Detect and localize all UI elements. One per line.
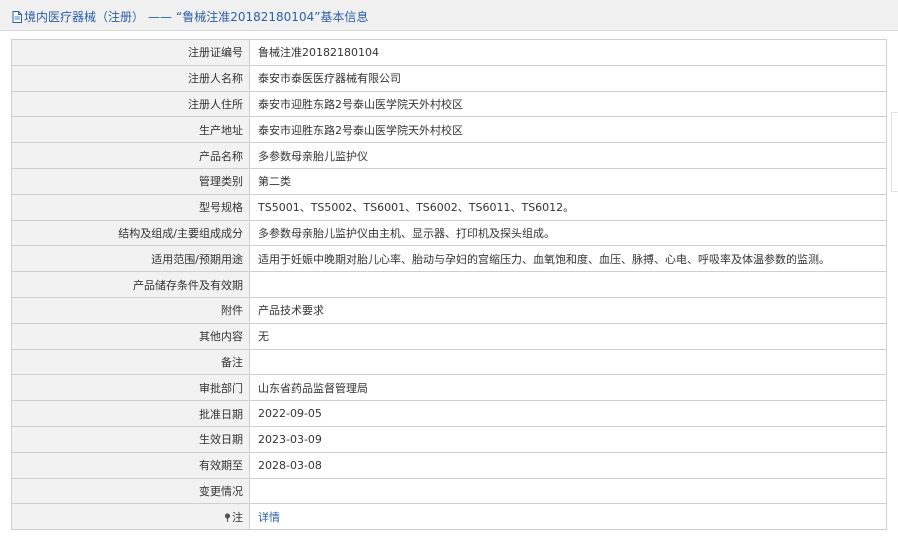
table-row: 注册人住所 泰安市迎胜东路2号泰山医学院天外村校区 bbox=[11, 90, 887, 118]
page-header: 境内医疗器械（注册） —— “鲁械注准20182180104”基本信息 bbox=[0, 0, 898, 31]
row-label: 变更情况 bbox=[11, 477, 250, 505]
row-label: 注册人名称 bbox=[11, 64, 250, 92]
row-label: 型号规格 bbox=[11, 193, 250, 221]
pin-icon bbox=[224, 513, 231, 522]
row-value: TS5001、TS5002、TS6001、TS6002、TS6011、TS601… bbox=[249, 193, 887, 221]
header-section: 境内医疗器械（注册） bbox=[24, 10, 145, 24]
row-label: 附件 bbox=[11, 296, 250, 324]
row-value: 鲁械注准20182180104 bbox=[249, 39, 887, 66]
row-value: 泰安市迎胜东路2号泰山医学院天外村校区 bbox=[249, 116, 887, 144]
table-row: 批准日期 2022-09-05 bbox=[11, 400, 887, 427]
table-row: 注册人名称 泰安市泰医医疗器械有限公司 bbox=[11, 64, 887, 92]
row-label: 产品名称 bbox=[11, 142, 250, 169]
scrollbar-fragment[interactable] bbox=[891, 112, 898, 192]
table-row: 附件 产品技术要求 bbox=[11, 296, 887, 324]
row-value: 2022-09-05 bbox=[249, 400, 887, 427]
row-label: 生产地址 bbox=[11, 116, 250, 144]
row-label: 备注 bbox=[11, 348, 250, 376]
table-row: 产品名称 多参数母亲胎儿监护仪 bbox=[11, 142, 887, 169]
row-label: 其他内容 bbox=[11, 322, 250, 350]
row-value: 适用于妊娠中晚期对胎儿心率、胎动与孕妇的宫缩压力、血氧饱和度、血压、脉搏、心电、… bbox=[249, 245, 887, 273]
row-value: 产品技术要求 bbox=[249, 296, 887, 324]
table-row: 产品储存条件及有效期 bbox=[11, 271, 887, 298]
details-link[interactable]: 详情 bbox=[258, 511, 280, 524]
note-row: 注 详情 bbox=[11, 503, 887, 531]
row-label: 管理类别 bbox=[11, 167, 250, 195]
detail-table-wrapper: 注册证编号 鲁械注准20182180104 注册人名称 泰安市泰医医疗器械有限公… bbox=[11, 39, 887, 531]
table-row: 结构及组成/主要组成成分 多参数母亲胎儿监护仪由主机、显示器、打印机及探头组成。 bbox=[11, 219, 887, 247]
detail-table: 注册证编号 鲁械注准20182180104 注册人名称 泰安市泰医医疗器械有限公… bbox=[11, 39, 887, 531]
note-label-cell: 注 bbox=[11, 503, 250, 531]
row-value: 泰安市泰医医疗器械有限公司 bbox=[249, 64, 887, 92]
table-row: 管理类别 第二类 bbox=[11, 167, 887, 195]
table-row: 注册证编号 鲁械注准20182180104 bbox=[11, 39, 887, 66]
table-row: 型号规格 TS5001、TS5002、TS6001、TS6002、TS6011、… bbox=[11, 193, 887, 221]
row-value: 2023-03-09 bbox=[249, 425, 887, 453]
table-row: 有效期至 2028-03-08 bbox=[11, 451, 887, 479]
row-label: 适用范围/预期用途 bbox=[11, 245, 250, 273]
row-value: 多参数母亲胎儿监护仪 bbox=[249, 142, 887, 169]
note-label: 注 bbox=[232, 510, 243, 524]
row-label: 有效期至 bbox=[11, 451, 250, 479]
note-value-cell: 详情 bbox=[249, 503, 887, 531]
table-row: 生效日期 2023-03-09 bbox=[11, 425, 887, 453]
table-row: 适用范围/预期用途 适用于妊娠中晚期对胎儿心率、胎动与孕妇的宫缩压力、血氧饱和度… bbox=[11, 245, 887, 273]
row-value: 多参数母亲胎儿监护仪由主机、显示器、打印机及探头组成。 bbox=[249, 219, 887, 247]
row-label: 生效日期 bbox=[11, 425, 250, 453]
table-row: 变更情况 bbox=[11, 477, 887, 505]
table-row: 生产地址 泰安市迎胜东路2号泰山医学院天外村校区 bbox=[11, 116, 887, 144]
row-label: 注册人住所 bbox=[11, 90, 250, 118]
row-label: 审批部门 bbox=[11, 374, 250, 402]
table-row: 审批部门 山东省药品监督管理局 bbox=[11, 374, 887, 402]
header-separator: —— bbox=[148, 9, 173, 24]
page-title: “鲁械注准20182180104”基本信息 bbox=[176, 10, 369, 24]
row-value: 无 bbox=[249, 322, 887, 350]
table-row: 备注 bbox=[11, 348, 887, 376]
row-value: 第二类 bbox=[249, 167, 887, 195]
table-row: 其他内容 无 bbox=[11, 322, 887, 350]
document-icon bbox=[12, 10, 22, 23]
header-breadcrumb: 境内医疗器械（注册） —— “鲁械注准20182180104”基本信息 bbox=[12, 8, 368, 25]
row-label: 结构及组成/主要组成成分 bbox=[11, 219, 250, 247]
row-value: 山东省药品监督管理局 bbox=[249, 374, 887, 402]
row-label: 注册证编号 bbox=[11, 39, 250, 66]
row-value bbox=[249, 271, 887, 298]
row-value: 泰安市迎胜东路2号泰山医学院天外村校区 bbox=[249, 90, 887, 118]
row-label: 产品储存条件及有效期 bbox=[11, 271, 250, 298]
row-label: 批准日期 bbox=[11, 400, 250, 427]
row-value bbox=[249, 348, 887, 376]
row-value bbox=[249, 477, 887, 505]
detail-table-body: 注册证编号 鲁械注准20182180104 注册人名称 泰安市泰医医疗器械有限公… bbox=[11, 39, 887, 531]
row-value: 2028-03-08 bbox=[249, 451, 887, 479]
